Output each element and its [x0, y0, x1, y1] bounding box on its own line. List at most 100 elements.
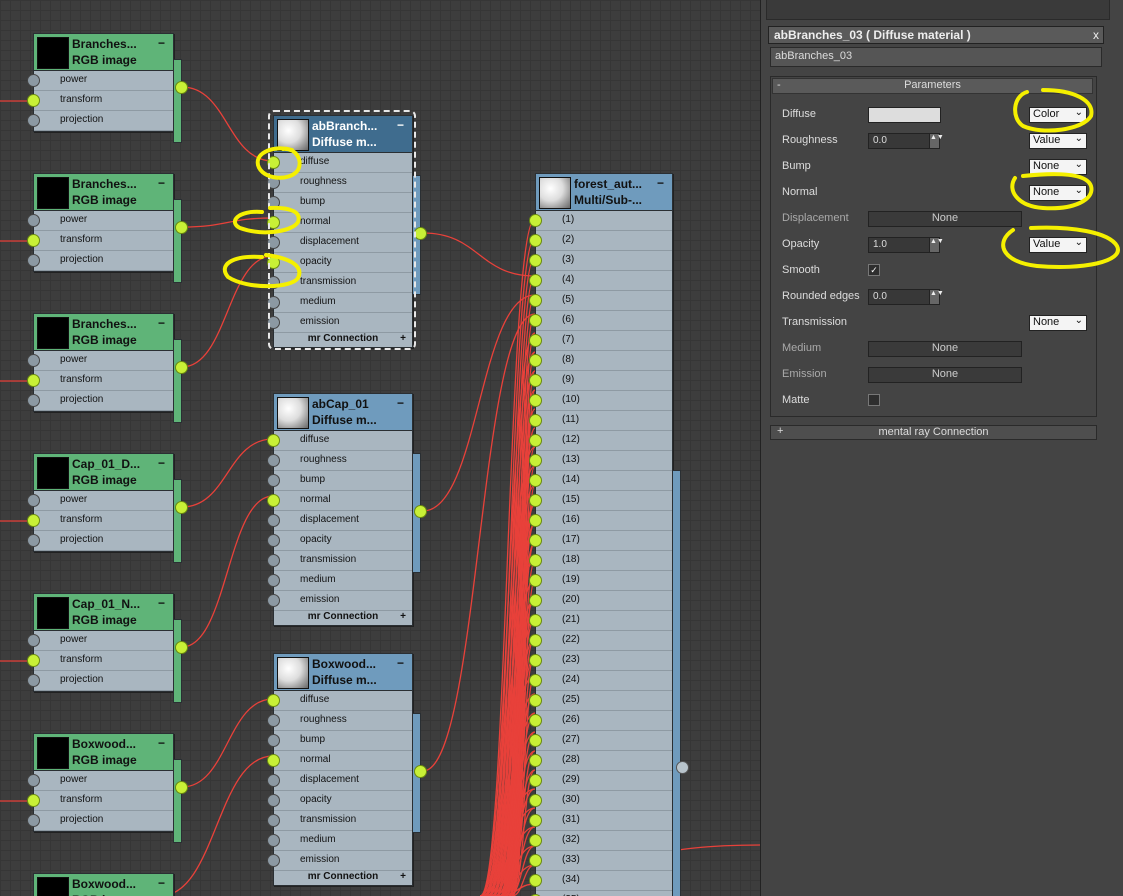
sub-material-slot[interactable]: (35): [529, 891, 672, 896]
input-socket-icon[interactable]: [529, 294, 542, 307]
input-socket-icon[interactable]: [267, 574, 280, 587]
sub-material-slot[interactable]: (32): [529, 831, 672, 851]
input-socket-icon[interactable]: [267, 594, 280, 607]
input-socket-icon[interactable]: [529, 754, 542, 767]
input-socket-icon[interactable]: [529, 694, 542, 707]
node-port[interactable]: medium: [267, 831, 412, 851]
input-socket-icon[interactable]: [529, 534, 542, 547]
node-port[interactable]: power: [27, 351, 173, 371]
input-socket-icon[interactable]: [529, 374, 542, 387]
sub-material-slot[interactable]: (7): [529, 331, 672, 351]
sub-material-slot[interactable]: (4): [529, 271, 672, 291]
sub-material-slot[interactable]: (27): [529, 731, 672, 751]
node-port[interactable]: projection: [27, 671, 173, 691]
input-socket-icon[interactable]: [529, 634, 542, 647]
input-socket-icon[interactable]: [529, 394, 542, 407]
expand-toggle-icon[interactable]: +: [777, 425, 783, 437]
input-socket-icon[interactable]: [267, 554, 280, 567]
input-socket-icon[interactable]: [529, 794, 542, 807]
sub-material-slot[interactable]: (15): [529, 491, 672, 511]
collapse-icon[interactable]: −: [158, 176, 165, 190]
sub-material-slot[interactable]: (3): [529, 251, 672, 271]
sub-material-slot[interactable]: (23): [529, 651, 672, 671]
input-socket-icon[interactable]: [27, 794, 40, 807]
input-socket-icon[interactable]: [267, 734, 280, 747]
node-port[interactable]: bump: [267, 731, 412, 751]
sub-material-slot[interactable]: (33): [529, 851, 672, 871]
sub-material-slot[interactable]: (21): [529, 611, 672, 631]
node-port[interactable]: projection: [27, 111, 173, 131]
param-spinner[interactable]: 0.0 ▲▼: [868, 133, 944, 149]
param-checkbox[interactable]: ✓: [868, 264, 880, 276]
node-port[interactable]: transmission: [267, 551, 412, 571]
output-socket-icon[interactable]: [175, 641, 188, 654]
input-socket-icon[interactable]: [27, 774, 40, 787]
collapse-icon[interactable]: −: [158, 596, 165, 610]
node-port[interactable]: transform: [27, 511, 173, 531]
close-icon[interactable]: x: [1093, 28, 1099, 42]
node-port[interactable]: power: [27, 491, 173, 511]
node-port[interactable]: transform: [27, 791, 173, 811]
input-socket-icon[interactable]: [27, 74, 40, 87]
input-socket-icon[interactable]: [267, 754, 280, 767]
output-socket-icon[interactable]: [414, 505, 427, 518]
sub-material-slot[interactable]: (34): [529, 871, 672, 891]
connection-wire[interactable]: [181, 698, 274, 788]
sub-material-slot[interactable]: (5): [529, 291, 672, 311]
spinner-arrows-icon[interactable]: ▲▼: [929, 289, 944, 305]
input-mode-dropdown[interactable]: Value ⌄: [1029, 133, 1087, 149]
input-socket-icon[interactable]: [529, 814, 542, 827]
sub-material-slot[interactable]: (28): [529, 751, 672, 771]
input-socket-icon[interactable]: [529, 494, 542, 507]
input-socket-icon[interactable]: [529, 654, 542, 667]
collapse-icon[interactable]: −: [158, 36, 165, 50]
bitmap-node[interactable]: Boxwood...RGB image−: [33, 873, 174, 896]
node-port[interactable]: roughness: [267, 451, 412, 471]
material-name-field[interactable]: abBranches_03: [770, 47, 1102, 67]
input-mode-dropdown[interactable]: None ⌄: [1029, 315, 1087, 331]
sub-material-slot[interactable]: (26): [529, 711, 672, 731]
sub-material-slot[interactable]: (1): [529, 211, 672, 231]
sub-material-slot[interactable]: (13): [529, 451, 672, 471]
sub-material-slot[interactable]: (25): [529, 691, 672, 711]
node-port[interactable]: medium: [267, 571, 412, 591]
input-socket-icon[interactable]: [27, 94, 40, 107]
input-socket-icon[interactable]: [529, 514, 542, 527]
input-socket-icon[interactable]: [267, 454, 280, 467]
collapse-icon[interactable]: −: [397, 656, 404, 670]
collapse-icon[interactable]: −: [657, 176, 664, 190]
node-header[interactable]: abCap_01 Diffuse m... −: [274, 394, 412, 431]
node-port[interactable]: projection: [27, 811, 173, 831]
bitmap-node[interactable]: Branches... RGB image − power transform proje…: [27, 313, 174, 412]
node-port[interactable]: transform: [27, 231, 173, 251]
input-socket-icon[interactable]: [27, 514, 40, 527]
sub-material-slot[interactable]: (2): [529, 231, 672, 251]
node-port[interactable]: normal: [267, 751, 412, 771]
input-socket-icon[interactable]: [529, 734, 542, 747]
param-spinner[interactable]: 0.0 ▲▼: [868, 289, 944, 305]
sub-material-slot[interactable]: (11): [529, 411, 672, 431]
output-socket-icon[interactable]: [414, 765, 427, 778]
collapse-toggle-icon[interactable]: -: [777, 79, 781, 91]
connection-wire[interactable]: [181, 495, 274, 648]
connection-wire[interactable]: [422, 232, 536, 277]
input-socket-icon[interactable]: [529, 594, 542, 607]
node-port[interactable]: transform: [27, 651, 173, 671]
input-socket-icon[interactable]: [267, 774, 280, 787]
connection-wire[interactable]: [181, 217, 274, 228]
node-port[interactable]: displacement: [267, 511, 412, 531]
mental-ray-connection-rollout[interactable]: + mental ray Connection: [770, 425, 1097, 440]
input-socket-icon[interactable]: [529, 674, 542, 687]
input-socket-icon[interactable]: [529, 234, 542, 247]
input-socket-icon[interactable]: [529, 714, 542, 727]
node-port[interactable]: projection: [27, 531, 173, 551]
diffuse-color-swatch[interactable]: [868, 107, 941, 123]
bitmap-node[interactable]: Branches... RGB image − power transform proje…: [27, 33, 174, 132]
node-header[interactable]: Branches... RGB image −: [34, 34, 173, 71]
sub-material-slot[interactable]: (17): [529, 531, 672, 551]
input-socket-icon[interactable]: [267, 534, 280, 547]
input-socket-icon[interactable]: [27, 634, 40, 647]
sub-material-slot[interactable]: (30): [529, 791, 672, 811]
collapse-icon[interactable]: −: [158, 736, 165, 750]
node-header[interactable]: Branches... RGB image −: [34, 314, 173, 351]
